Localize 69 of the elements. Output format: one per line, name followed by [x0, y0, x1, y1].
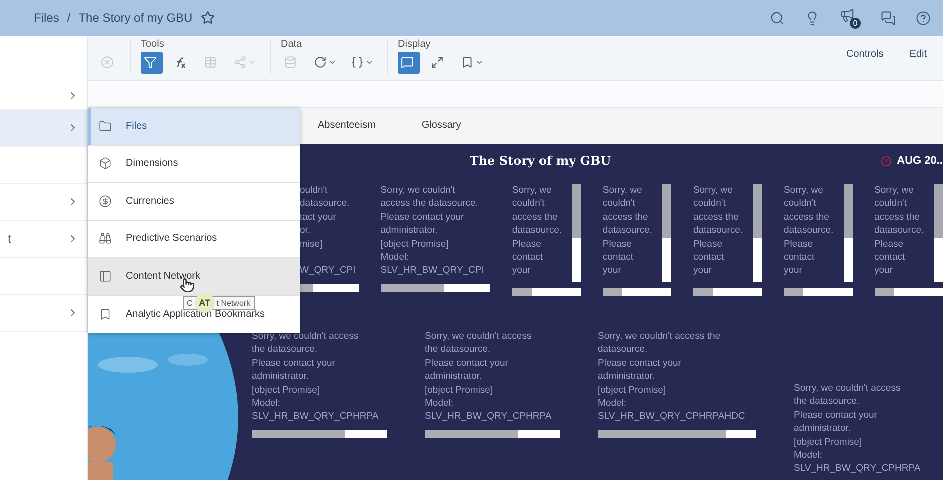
tooltip-text: t Network [216, 298, 251, 308]
search-icon[interactable] [770, 10, 785, 26]
bookmark-icon [461, 56, 474, 70]
error-message: Sorry, we couldn't access the datasource. Please contact your administrator. [object Promise] Model: SLV_HR_BW_QRY_CPHRPA [794, 382, 922, 476]
bookmark-icon [99, 308, 112, 321]
toolbar-action[interactable]: Edit [904, 48, 933, 62]
error-message: Sorry, we couldn't access the datasource. Please contact your administrator. [object Promise] Model: SLV_HR_BW_QRY_CPHRPAHDC [598, 330, 746, 424]
comment-button[interactable] [398, 52, 420, 74]
progress-bar [300, 284, 359, 292]
breadcrumb-item[interactable]: The Story of my GBU [78, 11, 193, 25]
group-label: Data [281, 38, 304, 50]
function-icon [174, 56, 187, 70]
comment-icon [401, 56, 414, 70]
filter-button[interactable] [141, 52, 163, 74]
error-message: Sorry, we couldn't access the datasource. Please contact your [784, 184, 835, 278]
expand-icon [431, 56, 444, 70]
share-icon [234, 56, 247, 70]
error-message: Sorry, we couldn't access the datasource. Please contact your [693, 184, 744, 278]
menu-item[interactable]: Dimensions [88, 146, 300, 183]
hand-cursor-icon [180, 278, 195, 293]
progress-bar [602, 288, 672, 296]
error-message: Sorry, we couldn't access the datasource. Please contact your [874, 184, 926, 278]
database-icon [284, 56, 297, 70]
tooltip-text: C [187, 298, 193, 308]
error-message: Sorry, we couldn't access the datasource. Please contact your administrator. [object Promise] Model: SLV_HR_BW_QRY_CPHRPA [425, 330, 553, 424]
breadcrumb-separator: / [67, 11, 71, 25]
error-message: Sorry, we couldn't access the datasource. Please contact your [602, 184, 654, 278]
braces-icon [351, 56, 364, 70]
menu-item[interactable]: Predictive Scenarios [88, 220, 300, 258]
notification-count: 0 [850, 18, 861, 28]
sidebar-label: t [8, 232, 12, 246]
help-icon[interactable] [916, 10, 931, 26]
menu-label: Files [126, 120, 148, 132]
menu-label: Content Network [126, 270, 200, 282]
date-label: AUG 20.. [897, 155, 943, 167]
menu-item[interactable]: Files [88, 108, 300, 146]
menu-label: Predictive Scenarios [126, 233, 218, 244]
story-tab[interactable]: Absenteeism [318, 116, 376, 137]
dollar-icon [99, 194, 112, 208]
chat-icon[interactable] [881, 10, 896, 26]
toolbar-action[interactable]: Controls [840, 48, 890, 62]
error-message: Sorry, we couldn't access the datasource. Please contact your [512, 184, 564, 278]
filter-icon [144, 56, 157, 70]
menu-item[interactable]: Currencies [88, 183, 300, 220]
panel-icon [99, 270, 112, 283]
alert-icon [881, 156, 892, 166]
error-message: ouldn't datasource. tact your or. mise] W_QRY_CPI [300, 184, 357, 278]
notifications-button[interactable]: 0 [840, 8, 861, 28]
group-label: Tools [141, 38, 166, 50]
table-icon [204, 56, 217, 70]
refresh-icon [314, 56, 327, 70]
group-label: Display [398, 38, 432, 50]
error-message: Sorry, we couldn't access the datasource. Please contact your administrator. [object Promise] Model: SLV_HR_BW_QRY_CPHRPA [252, 330, 380, 424]
progress-bar [512, 288, 581, 296]
cube-icon [99, 157, 112, 170]
binoculars-icon [99, 232, 112, 246]
progress-bar [874, 288, 943, 296]
error-message: Sorry, we couldn't access the datasource. Please contact your administrator. [object Promise] Model: SLV_HR_BW_QRY_CPI [380, 184, 486, 278]
menu-item[interactable]: Content Network [88, 258, 300, 296]
progress-bar [784, 288, 852, 296]
folder-icon [99, 120, 112, 133]
breadcrumb-item[interactable]: Files [34, 11, 60, 25]
close-icon [101, 56, 114, 70]
favorite-icon[interactable] [200, 11, 215, 25]
progress-bar [693, 288, 762, 296]
story-title: The Story of my GBU [470, 154, 612, 168]
story-tab[interactable]: Glossary [422, 116, 462, 137]
menu-label: Dimensions [126, 158, 178, 170]
menu-label: Currencies [126, 196, 174, 207]
